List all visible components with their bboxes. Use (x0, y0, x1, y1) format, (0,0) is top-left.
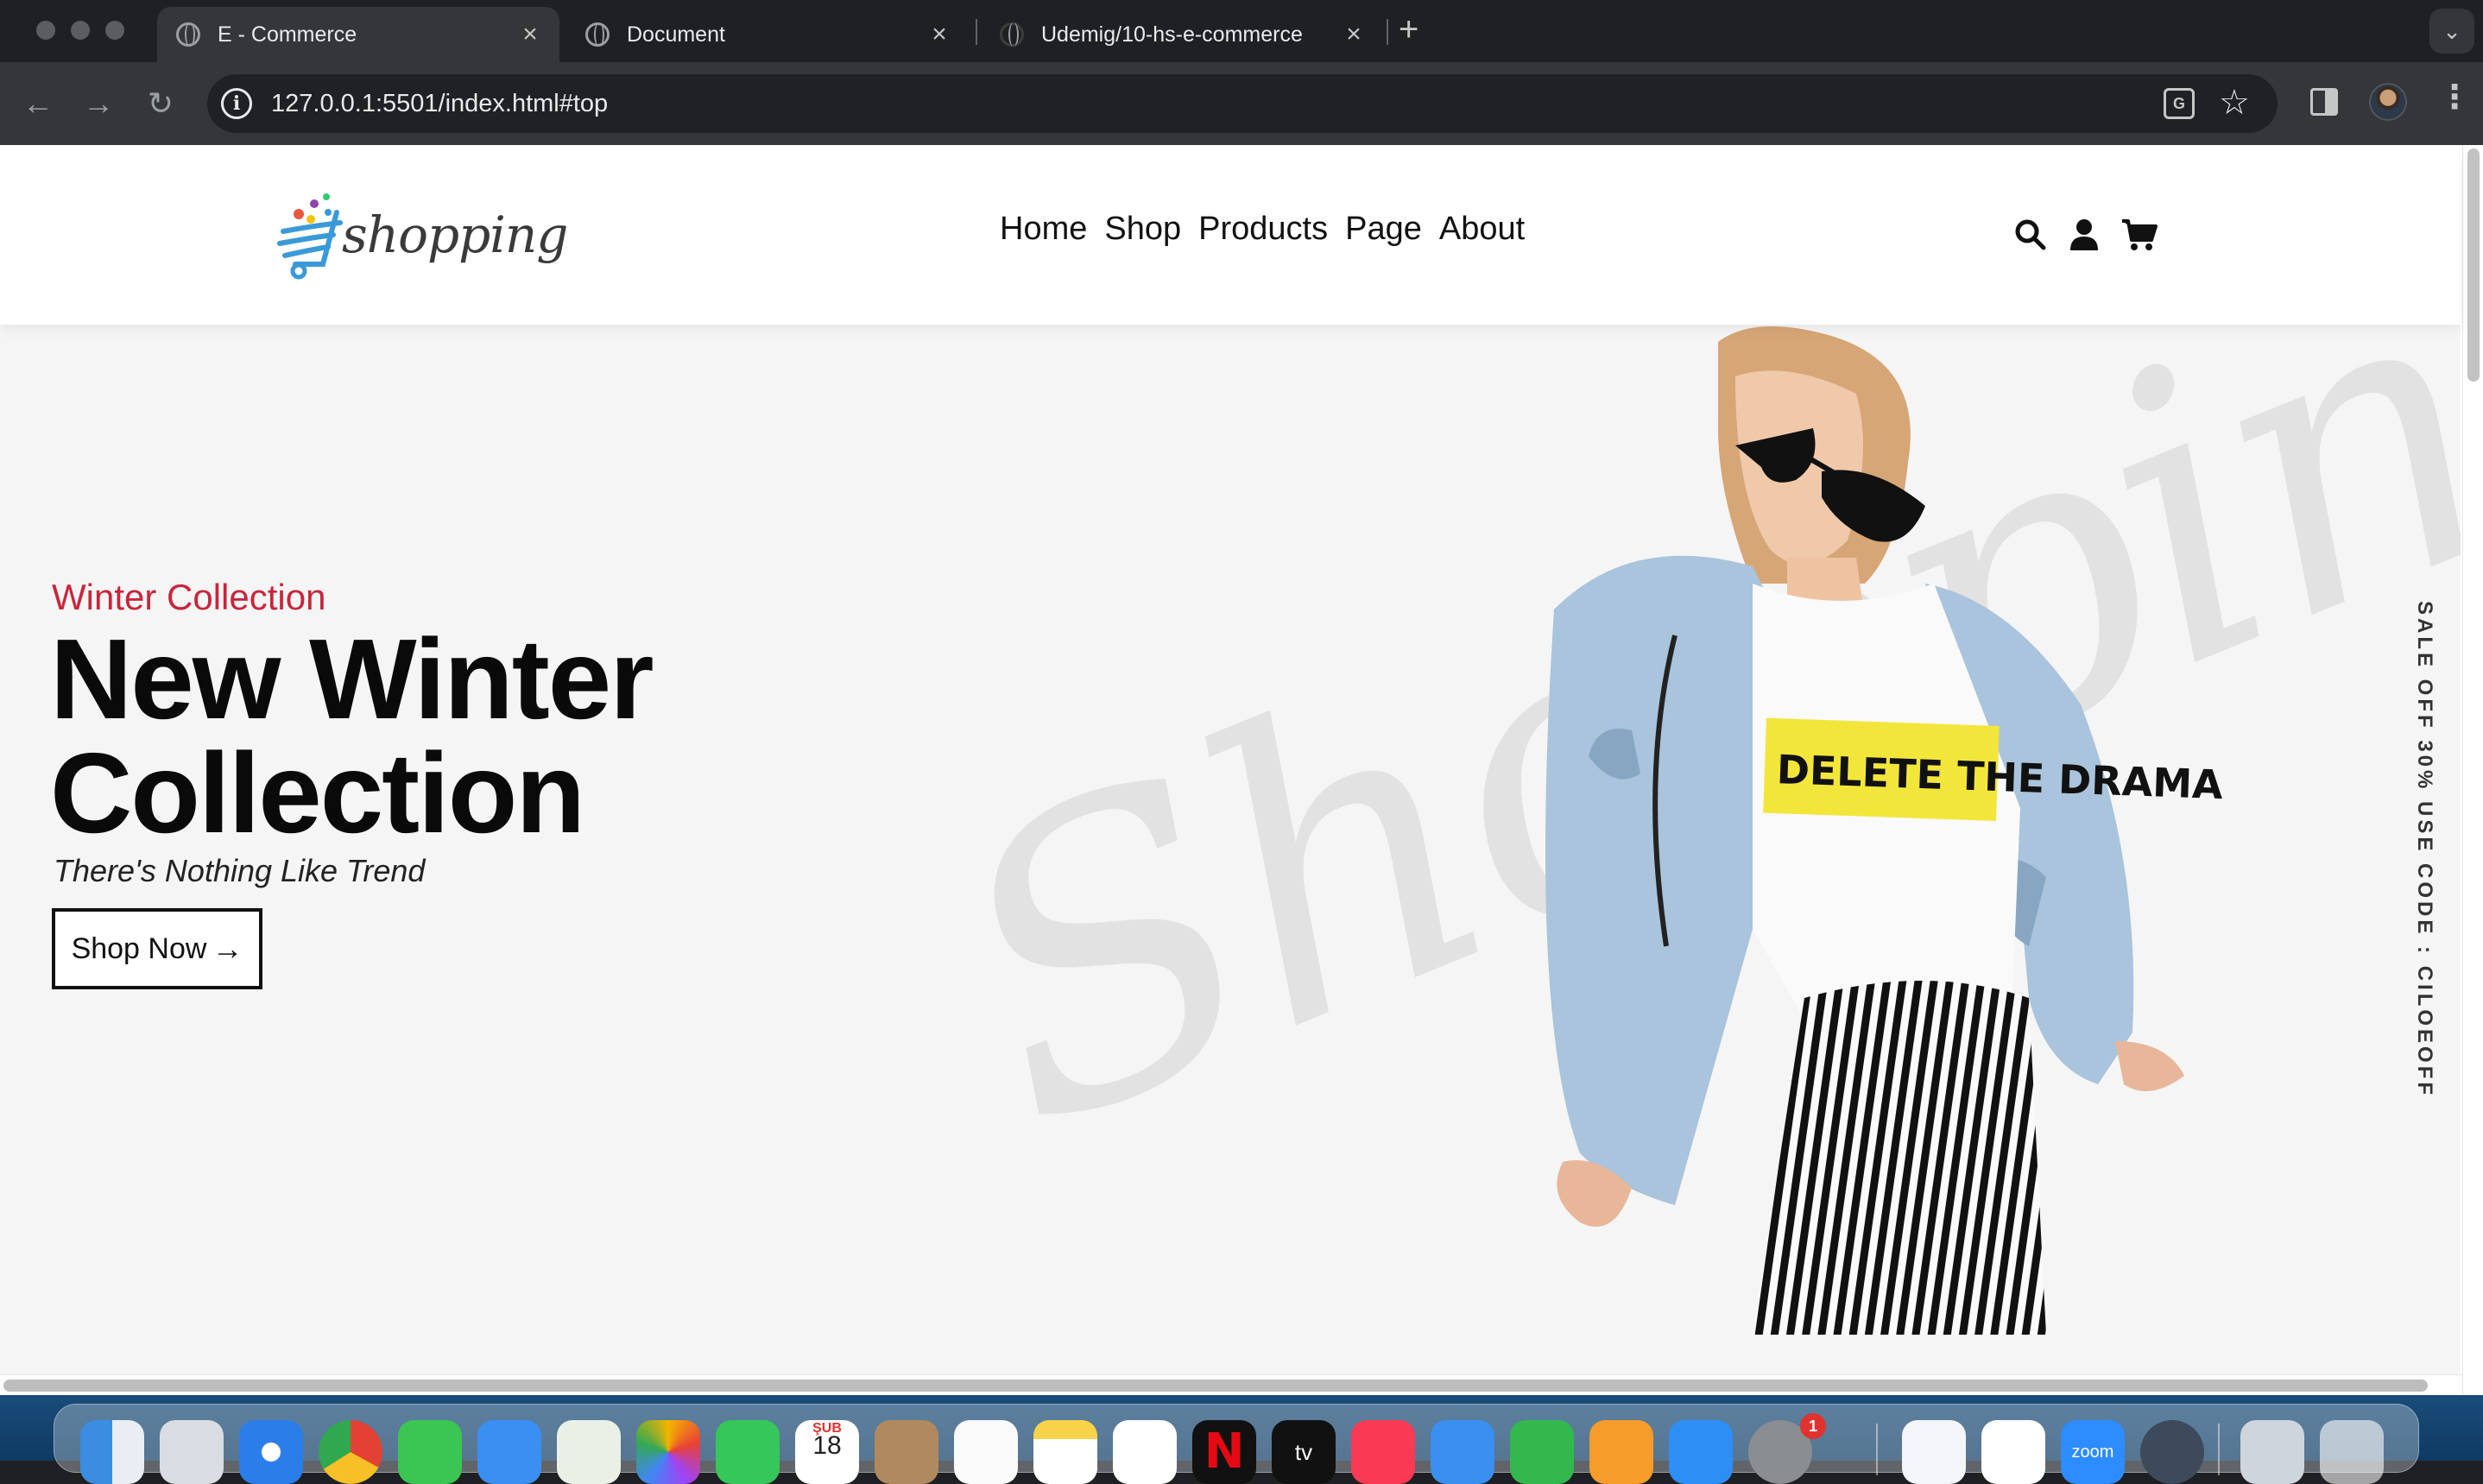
zoom-label: zoom (2071, 1443, 2114, 1462)
tab-document[interactable]: Document × (566, 7, 969, 62)
safari-icon[interactable] (239, 1420, 303, 1484)
chrome-icon[interactable] (319, 1420, 382, 1484)
notes-icon[interactable] (1033, 1420, 1097, 1484)
side-panel-icon[interactable] (2310, 88, 2338, 116)
nav-shop[interactable]: Shop (1104, 211, 1181, 248)
keynote-icon[interactable] (1431, 1420, 1494, 1484)
site-logo[interactable]: shopping (276, 178, 568, 281)
page-viewport: shopping Home Shop Products Page About S… (0, 145, 2483, 1395)
logo-wordmark: shopping (342, 205, 568, 264)
scrollbar-thumb[interactable] (2467, 148, 2480, 382)
tab-github[interactable]: Udemig/10-hs-e-commerce × (981, 7, 1383, 62)
numbers-icon[interactable] (1510, 1420, 1574, 1484)
contacts-icon[interactable] (875, 1420, 938, 1484)
tab-title: Document (627, 22, 725, 47)
tab-search-button[interactable]: ⌄ (2429, 9, 2474, 54)
tab-title: Udemig/10-hs-e-commerce (1041, 22, 1303, 47)
hero-title-line-1: New Winter (50, 616, 654, 742)
zoom-icon[interactable]: zoom (2061, 1420, 2125, 1484)
tab-close-icon[interactable]: × (924, 20, 955, 49)
app-store-icon[interactable] (1669, 1420, 1733, 1484)
photos-icon[interactable] (636, 1420, 700, 1484)
tab-separator (1387, 19, 1388, 45)
mail-icon[interactable] (477, 1420, 541, 1484)
calendar-day: 18 (812, 1431, 842, 1460)
reminders-icon[interactable] (954, 1420, 1018, 1484)
notification-badge: 1 (1800, 1413, 1826, 1439)
horizontal-scrollbar[interactable] (0, 1374, 2462, 1395)
arrow-right-icon: → (212, 931, 243, 966)
tab-close-icon[interactable]: × (1338, 20, 1369, 49)
main-nav: Home Shop Products Page About (1000, 211, 1525, 248)
pages-icon[interactable] (1589, 1420, 1653, 1484)
vertical-scrollbar[interactable] (2462, 145, 2483, 1395)
profile-avatar[interactable] (2369, 83, 2407, 121)
address-bar[interactable]: i 127.0.0.1:5501/index.html#top G ☆ (207, 74, 2278, 133)
hero-model-image: DELETE THE DRAMA (1545, 326, 2224, 1335)
github-icon (1000, 22, 1024, 47)
tab-close-icon[interactable]: × (515, 20, 546, 49)
screen-tool-icon[interactable] (2140, 1420, 2204, 1484)
dock: ŞUB 18 N tv 1 zoom (54, 1404, 2419, 1484)
finder-icon[interactable] (80, 1420, 144, 1484)
tv-label: tv (1294, 1439, 1313, 1465)
apple-tv-icon[interactable]: tv (1272, 1420, 1336, 1484)
vscode-icon[interactable] (1902, 1420, 1966, 1484)
user-icon[interactable] (2067, 218, 2101, 252)
translate-icon[interactable]: G (2164, 88, 2195, 119)
browser-menu-icon[interactable]: ⋮ (2438, 81, 2471, 114)
window-minimize-button[interactable] (71, 21, 90, 40)
hero-banner: Shopping Winter Collection New Winter Co… (0, 325, 2461, 1395)
netflix-icon[interactable]: N (1192, 1420, 1256, 1484)
hero-title: New Winter Collection (50, 616, 654, 856)
desktop-dock-area: ŞUB 18 N tv 1 zoom (0, 1395, 2483, 1484)
browser-toolbar: ← → ↻ i 127.0.0.1:5501/index.html#top G … (0, 62, 2483, 145)
hero-title-line-2: Collection (50, 729, 585, 856)
tab-title: E - Commerce (218, 22, 357, 47)
slack-icon[interactable] (1981, 1420, 2045, 1484)
site-info-icon[interactable]: i (221, 88, 252, 119)
search-icon[interactable] (2013, 218, 2048, 252)
launchpad-icon[interactable] (160, 1420, 224, 1484)
facetime-icon[interactable] (716, 1420, 780, 1484)
nav-home[interactable]: Home (1000, 211, 1087, 248)
dock-separator (2218, 1424, 2220, 1475)
nav-about[interactable]: About (1439, 211, 1525, 248)
cart-icon[interactable] (2120, 218, 2158, 252)
shop-now-button[interactable]: Shop Now → (52, 908, 262, 989)
music-icon[interactable] (1351, 1420, 1415, 1484)
reload-button[interactable]: ↻ (140, 83, 181, 124)
url-text[interactable]: 127.0.0.1:5501/index.html#top (271, 90, 608, 118)
globe-icon (585, 22, 610, 47)
maps-icon[interactable] (557, 1420, 621, 1484)
scrollbar-thumb[interactable] (3, 1380, 2428, 1392)
tab-ecommerce[interactable]: E - Commerce × (157, 7, 559, 62)
tab-separator (976, 19, 977, 45)
bookmark-star-icon[interactable]: ☆ (2219, 83, 2250, 123)
calendar-icon[interactable]: ŞUB 18 (795, 1420, 859, 1484)
site-header: shopping Home Shop Products Page About (0, 145, 2461, 325)
hero-subtitle: There's Nothing Like Trend (54, 853, 426, 888)
window-close-button[interactable] (36, 21, 55, 40)
freeform-icon[interactable] (1113, 1420, 1177, 1484)
nav-products[interactable]: Products (1198, 211, 1328, 248)
shop-now-label: Shop Now (71, 931, 207, 965)
new-tab-button[interactable]: + (1399, 10, 1418, 49)
back-button[interactable]: ← (17, 83, 59, 124)
downloads-stack-icon[interactable] (2240, 1420, 2304, 1484)
globe-icon (176, 22, 200, 47)
dock-separator (1876, 1424, 1878, 1475)
messages-icon[interactable] (398, 1420, 462, 1484)
forward-button[interactable]: → (78, 83, 119, 124)
browser-tab-bar: E - Commerce × Document × Udemig/10-hs-e… (0, 0, 2483, 62)
sale-vertical-banner: SALE OFF 30% USE CODE : CILOEOFF (2413, 601, 2436, 1099)
hero-eyebrow: Winter Collection (52, 577, 326, 617)
trash-icon[interactable] (2320, 1420, 2384, 1484)
nav-page[interactable]: Page (1345, 211, 1422, 248)
window-zoom-button[interactable] (105, 21, 124, 40)
